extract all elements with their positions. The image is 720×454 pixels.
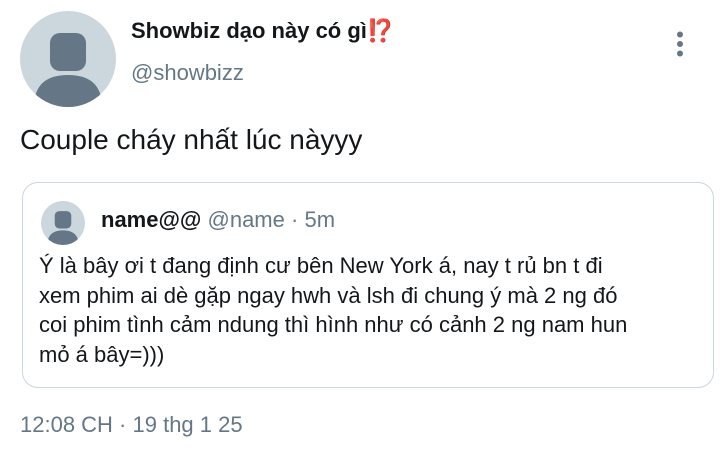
timestamp[interactable]: 12:08 CH · 19 thg 1 25 [20,412,243,438]
author-name[interactable]: Showbiz dạo này có gì⁉️ [131,18,394,44]
quoted-text-line: xem phim ai dè gặp ngay hwh và lsh đi ch… [39,282,618,308]
more-vertical-icon [677,31,683,57]
quoted-tweet[interactable]: name@@ @name · 5m Ý là bây ơi t đang địn… [22,182,714,388]
meta-separator: · [291,207,299,232]
quoted-author-name[interactable]: name@@ [101,207,201,232]
quoted-text-line: coi phim tình cảm ndung thì hình như có … [39,312,628,337]
author-handle[interactable]: @showbizz [131,60,244,86]
quoted-text: Ý là bây ơi t đang định cư bên New York … [39,251,699,369]
default-avatar-icon [47,211,79,245]
quoted-text-line: Ý là bây ơi t đang định cư bên New York … [39,253,603,278]
tweet-text: Couple cháy nhất lúc nàyyy [20,124,363,155]
more-options-button[interactable] [662,26,698,62]
author-name-text: Showbiz dạo này có gì [131,18,367,43]
avatar[interactable] [20,11,116,107]
default-avatar-icon [34,33,102,107]
quoted-time[interactable]: 5m [304,207,335,232]
tweet-card: Showbiz dạo này có gì⁉️ @showbizz Couple… [0,0,720,454]
quoted-text-line: mỏ á bây=))) [39,341,165,367]
quoted-header: name@@ @name · 5m [101,207,335,233]
exclamation-question-icon: ⁉️ [366,18,395,43]
quoted-author-handle[interactable]: @name [208,207,285,232]
quoted-avatar[interactable] [41,201,85,245]
